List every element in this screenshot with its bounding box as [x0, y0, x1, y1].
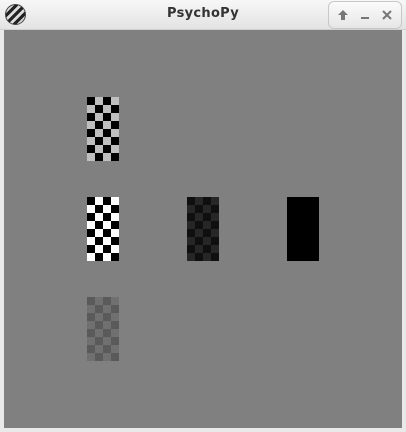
- checkerboard-middle-left: [87, 197, 119, 261]
- minimize-icon: [361, 17, 369, 19]
- checkerboard-top-left: [87, 97, 119, 161]
- checkerboard-bottom-left: [87, 297, 119, 361]
- title-bar[interactable]: PsychoPy: [0, 0, 406, 30]
- arrow-up-icon: [338, 10, 348, 20]
- minimize-button[interactable]: [357, 7, 373, 23]
- close-icon: [382, 10, 392, 20]
- close-button[interactable]: [379, 7, 395, 23]
- checkerboard-middle-right: [287, 197, 319, 261]
- maximize-button[interactable]: [335, 7, 351, 23]
- stimulus-canvas[interactable]: [4, 30, 402, 428]
- psychopy-window: PsychoPy: [0, 0, 406, 432]
- checkerboard-middle-center: [187, 197, 219, 261]
- window-controls: [328, 1, 402, 29]
